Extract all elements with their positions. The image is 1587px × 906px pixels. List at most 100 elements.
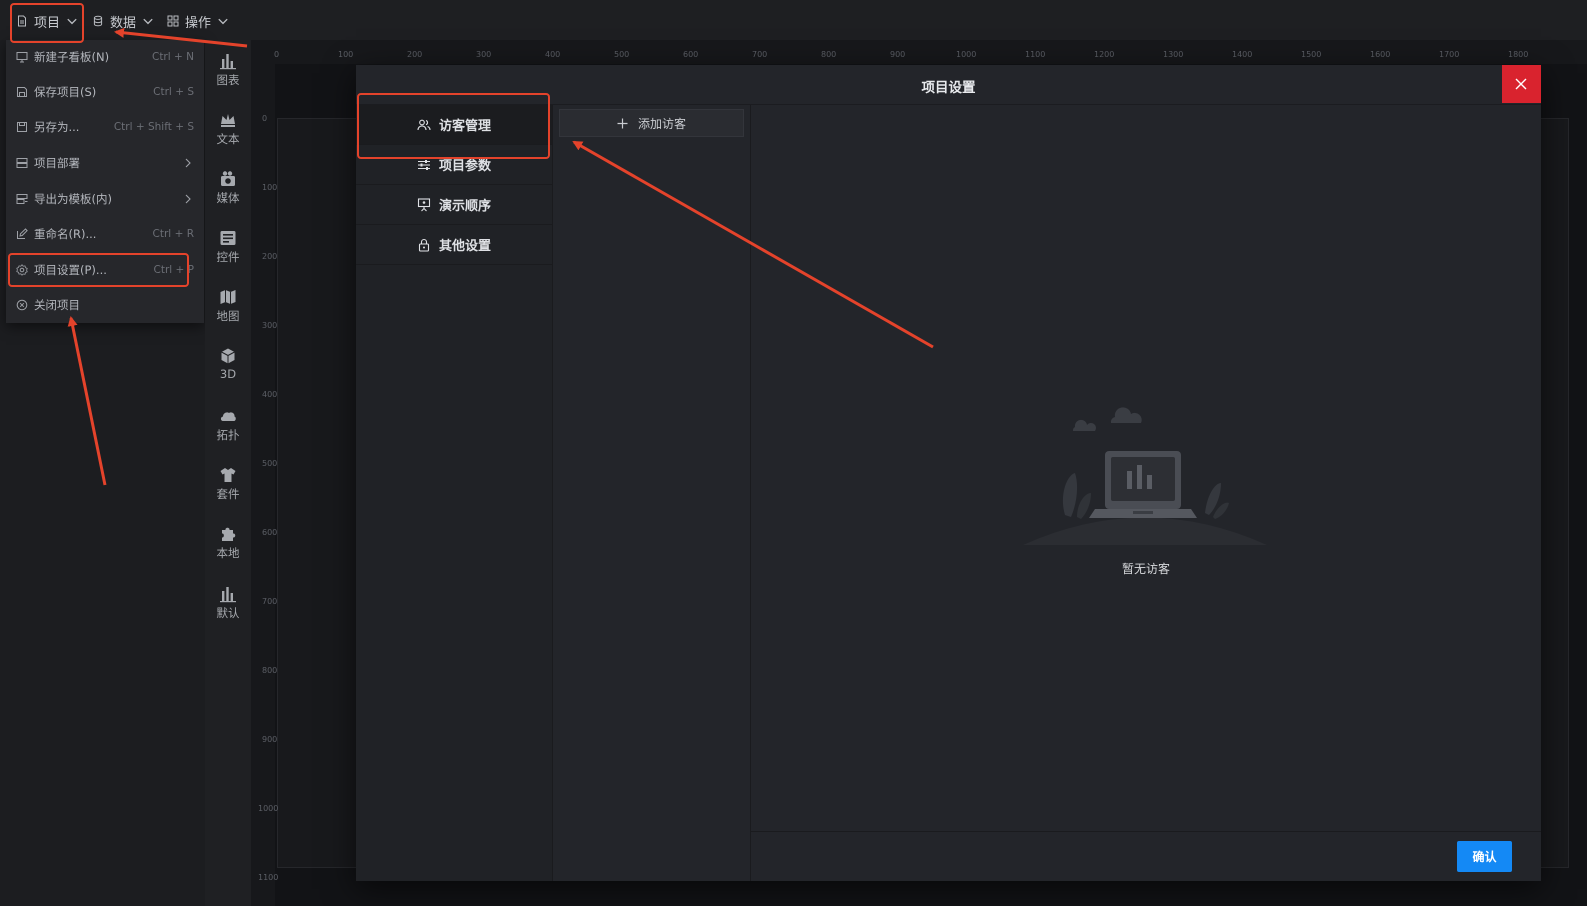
empty-state-text: 暂无访客	[1121, 562, 1170, 576]
ruler-tick: 1200	[1094, 50, 1115, 59]
menu-item-deploy[interactable]: 项目部署	[6, 146, 204, 180]
annotation-highlight-project-menu	[10, 3, 84, 43]
component-chart[interactable]: 图表	[205, 52, 251, 96]
ruler-tick: 300	[476, 50, 492, 59]
bar-chart-icon	[220, 587, 236, 603]
ruler-tick: 100	[338, 50, 354, 59]
component-local[interactable]: 本地	[205, 525, 251, 569]
ruler-tick: 600	[262, 528, 278, 537]
chevron-right-icon	[185, 194, 191, 204]
menu-item-shortcut: Ctrl + S	[153, 86, 194, 98]
component-label: 3D	[219, 367, 237, 381]
ruler-tick: 700	[752, 50, 768, 59]
ruler-tick: 800	[821, 50, 837, 59]
component-label: 默认	[216, 606, 240, 620]
component-text[interactable]: 文本	[205, 111, 251, 155]
menu-item-rename[interactable]: 重命名(R)... Ctrl + R	[6, 217, 204, 251]
ruler-tick: 200	[262, 252, 278, 261]
menu-item-shortcut: Ctrl + N	[151, 51, 194, 63]
menu-item-label: 导出为模板(内)	[34, 192, 112, 206]
modal-close-button[interactable]	[1502, 65, 1541, 103]
shirt-icon	[220, 468, 236, 482]
cube-icon	[221, 348, 235, 364]
ruler-tick: 400	[262, 390, 278, 399]
nav-item-presentation-order[interactable]: 演示顺序	[356, 185, 552, 225]
sliders-icon	[417, 159, 430, 170]
ruler-tick: 1100	[258, 873, 279, 882]
component-label: 本地	[216, 546, 240, 560]
ruler-tick: 1800	[1508, 50, 1529, 59]
menu-item-export-template[interactable]: 导出为模板(内)	[6, 182, 204, 216]
ruler-tick: 400	[545, 50, 561, 59]
menu-bar	[0, 0, 1587, 41]
ruler-tick: 0	[274, 50, 280, 59]
confirm-button[interactable]: 确认	[1457, 841, 1512, 872]
component-control[interactable]: 控件	[205, 229, 251, 273]
ruler-tick: 900	[890, 50, 906, 59]
rename-icon	[17, 228, 28, 239]
presentation-icon	[417, 197, 431, 211]
menu-item-save-as[interactable]: 另存为... Ctrl + Shift + S	[6, 110, 204, 144]
add-visitor-label: 添加访客	[637, 116, 686, 131]
menu-item-save[interactable]: 保存项目(S) Ctrl + S	[6, 75, 204, 109]
form-icon	[220, 231, 236, 245]
visitor-list-panel: 添加访客	[553, 105, 751, 881]
visitor-detail-panel: 暂无访客	[751, 105, 1541, 831]
camera-icon	[221, 171, 235, 186]
ruler-tick: 1300	[1163, 50, 1184, 59]
crown-icon	[221, 114, 235, 127]
annotation-highlight-visitor-management	[357, 93, 550, 159]
database-icon	[93, 15, 103, 27]
component-default[interactable]: 默认	[205, 585, 251, 629]
empty-state-illustration	[1023, 407, 1267, 545]
component-label: 图表	[216, 73, 240, 87]
ruler-tick: 100	[262, 183, 278, 192]
component-label: 套件	[216, 487, 240, 501]
menu-item-new-board[interactable]: 新建子看板(N) Ctrl + N	[6, 40, 204, 74]
menu-operate[interactable]: 操作	[167, 8, 229, 34]
save-icon	[17, 87, 27, 97]
ruler-tick: 0	[262, 114, 268, 123]
chevron-right-icon	[185, 158, 191, 168]
component-map[interactable]: 地图	[205, 288, 251, 332]
map-icon	[220, 290, 236, 304]
menu-item-shortcut: Ctrl + Shift + S	[113, 121, 194, 133]
component-topology[interactable]: 拓扑	[205, 407, 251, 451]
component-3d[interactable]: 3D	[205, 347, 251, 391]
component-label: 文本	[216, 132, 240, 146]
menu-item-label: 保存项目(S)	[34, 85, 97, 99]
component-media[interactable]: 媒体	[205, 170, 251, 214]
project-settings-modal: 项目设置 访客管理 项目参数 演示顺序 其他设置 添加访客 暂无访客 确认	[356, 65, 1541, 881]
annotation-highlight-project-settings	[8, 253, 189, 287]
ruler-tick: 1500	[1301, 50, 1322, 59]
menu-item-label: 另存为...	[34, 120, 80, 134]
ruler-tick: 700	[262, 597, 278, 606]
menu-item-label: 项目部署	[34, 156, 80, 170]
add-visitor-button[interactable]: 添加访客	[559, 109, 744, 137]
menu-data[interactable]: 数据	[92, 8, 154, 34]
vertical-ruler	[251, 40, 276, 906]
ruler-tick: 1700	[1439, 50, 1460, 59]
ruler-tick: 1000	[956, 50, 977, 59]
cloud-icon	[220, 412, 236, 421]
component-suite[interactable]: 套件	[205, 466, 251, 510]
lock-icon	[418, 238, 430, 252]
plus-icon	[617, 118, 628, 128]
menu-operate-label: 操作	[185, 15, 212, 31]
chevron-down-icon	[143, 18, 153, 25]
nav-item-label: 演示顺序	[438, 199, 491, 214]
ruler-tick: 200	[407, 50, 423, 59]
ruler-tick: 1400	[1232, 50, 1253, 59]
nav-item-other-settings[interactable]: 其他设置	[356, 225, 552, 265]
close-icon	[1515, 78, 1527, 90]
ruler-tick: 1100	[1025, 50, 1046, 59]
component-label: 媒体	[216, 191, 240, 205]
ruler-tick: 1000	[258, 804, 279, 813]
export-icon	[16, 194, 28, 204]
menu-item-close-project[interactable]: 关闭项目	[6, 288, 204, 322]
puzzle-icon	[222, 527, 236, 541]
menu-item-label: 重命名(R)...	[34, 227, 97, 241]
chevron-down-icon	[218, 18, 228, 25]
menu-item-label: 新建子看板(N)	[34, 50, 110, 64]
close-circle-icon	[16, 299, 28, 311]
